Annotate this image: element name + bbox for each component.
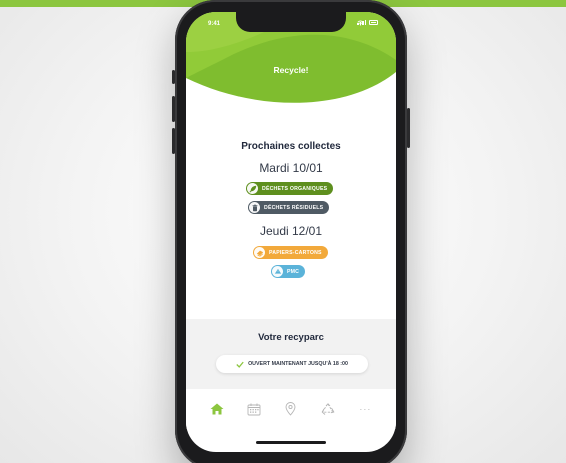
pill-label: DÉCHETS RÉSIDUELS — [264, 204, 324, 211]
volume-down-button — [172, 128, 175, 154]
pill-label: PMC — [287, 268, 300, 275]
tab-map[interactable] — [282, 400, 300, 418]
phone-frame: 9:41 Recycle! Prochaines collectes Mardi… — [172, 0, 410, 463]
tab-calendar[interactable] — [245, 400, 263, 418]
battery-icon — [369, 20, 378, 25]
pill-label: PAPIERS-CARTONS — [269, 249, 322, 256]
upcoming-collections-title: Prochaines collectes — [241, 141, 341, 152]
recyparc-open-status[interactable]: OUVERT MAINTENANT JUSQU'À 18 :00 — [216, 355, 368, 373]
pill-paper-cardboard[interactable]: PAPIERS-CARTONS — [253, 246, 328, 259]
pill-pmc[interactable]: PMC — [271, 265, 306, 278]
home-icon — [210, 403, 224, 415]
check-icon — [236, 361, 244, 368]
power-button — [407, 108, 410, 148]
recyparc-open-status-text: OUVERT MAINTENANT JUSQU'À 18 :00 — [248, 361, 348, 367]
paper-cardboard-icon — [254, 247, 265, 258]
collection-day-1: Mardi 10/01 — [259, 161, 323, 175]
mute-switch — [172, 70, 175, 84]
tab-home[interactable] — [208, 400, 226, 418]
tab-more[interactable]: ··· — [356, 400, 374, 418]
phone-screen: 9:41 Recycle! Prochaines collectes Mardi… — [186, 12, 396, 452]
volume-up-button — [172, 96, 175, 122]
recyparc-title: Votre recyparc — [258, 332, 324, 343]
residual-waste-icon — [249, 202, 260, 213]
recyparc-section: Votre recyparc OUVERT MAINTENANT JUSQU'À… — [186, 319, 396, 389]
bottom-tab-bar: ··· — [186, 389, 396, 429]
status-icons — [357, 20, 378, 26]
calendar-icon — [247, 403, 261, 415]
tab-recycle[interactable] — [319, 400, 337, 418]
home-indicator — [256, 441, 326, 444]
location-pin-icon — [286, 402, 296, 416]
more-icon: ··· — [359, 404, 372, 414]
pill-label: DÉCHETS ORGANIQUES — [262, 185, 328, 192]
pill-residual-waste[interactable]: DÉCHETS RÉSIDUELS — [248, 201, 330, 214]
status-time: 9:41 — [208, 21, 221, 27]
pill-organic-waste[interactable]: DÉCHETS ORGANIQUES — [246, 182, 334, 195]
app-title: Recycle! — [273, 65, 309, 75]
collection-day-2: Jeudi 12/01 — [259, 224, 323, 238]
wifi-icon — [357, 20, 364, 26]
notch — [236, 12, 346, 32]
pmc-icon — [272, 266, 283, 277]
recycle-icon — [321, 402, 335, 415]
organic-waste-icon — [247, 183, 258, 194]
